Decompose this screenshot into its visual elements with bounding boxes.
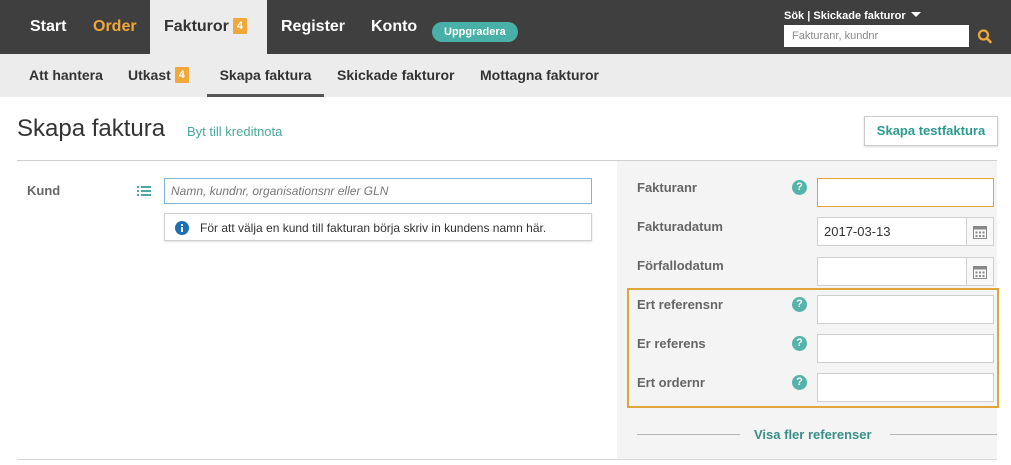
invoice-number-field[interactable] xyxy=(817,178,994,207)
top-navbar: Start Order Fakturor 4 Register Konto Upp… xyxy=(0,0,1011,54)
sub-navbar: Att hantera Utkast 4 Skapa faktura Skicka… xyxy=(0,54,1011,97)
customer-hint-tooltip: För att välja en kund till fakturan börj… xyxy=(164,213,592,241)
due-date-calendar-button[interactable] xyxy=(966,257,994,286)
divider xyxy=(17,459,997,460)
help-icon[interactable]: ? xyxy=(792,375,807,390)
nav-order[interactable]: Order xyxy=(93,0,137,54)
subnav-skickade-fakturor[interactable]: Skickade fakturor xyxy=(337,54,455,97)
subnav-utkast[interactable]: Utkast 4 xyxy=(128,54,189,97)
nav-start[interactable]: Start xyxy=(30,0,66,54)
help-icon[interactable]: ? xyxy=(792,336,807,351)
search-scope-label: Sök | Skickade fakturor xyxy=(784,10,906,22)
customer-list-icon[interactable] xyxy=(137,184,151,198)
customer-label: Kund xyxy=(27,183,61,198)
nav-fakturor-label: Fakturor xyxy=(164,18,229,35)
your-reference-field[interactable] xyxy=(817,334,994,363)
subnav-att-hantera[interactable]: Att hantera xyxy=(29,54,103,97)
your-order-number-label: Ert ordernr xyxy=(637,375,705,390)
show-more-references-link[interactable]: Visa fler referenser xyxy=(754,427,872,442)
chevron-down-icon xyxy=(910,12,921,17)
search-button[interactable] xyxy=(972,25,998,47)
your-reference-number-field[interactable] xyxy=(817,295,994,324)
calendar-icon xyxy=(973,266,987,279)
nav-register[interactable]: Register xyxy=(281,0,345,54)
calendar-icon xyxy=(973,226,987,239)
nav-fakturor[interactable]: Fakturor 4 xyxy=(150,0,267,54)
switch-to-credit-note-link[interactable]: Byt till kreditnota xyxy=(187,124,282,139)
search-scope-dropdown[interactable]: Sök | Skickade fakturor xyxy=(784,10,921,22)
customer-hint-text: För att välja en kund till fakturan börj… xyxy=(200,221,547,235)
fakturor-count-badge: 4 xyxy=(232,18,248,34)
your-reference-label: Er referens xyxy=(637,336,706,351)
invoice-date-calendar-button[interactable] xyxy=(966,217,994,246)
search-input[interactable] xyxy=(784,25,969,47)
upgrade-button[interactable]: Uppgradera xyxy=(432,22,518,42)
utkast-count-badge: 4 xyxy=(174,67,189,83)
divider xyxy=(637,434,740,435)
subnav-mottagna-fakturor[interactable]: Mottagna fakturor xyxy=(480,54,599,97)
info-icon xyxy=(175,221,189,235)
due-date-field[interactable] xyxy=(817,257,967,286)
subnav-utkast-label: Utkast xyxy=(128,67,171,83)
invoice-date-label: Fakturadatum xyxy=(637,219,723,234)
help-icon[interactable]: ? xyxy=(792,180,807,195)
invoice-number-label: Fakturanr xyxy=(637,180,697,195)
subnav-skapa-faktura[interactable]: Skapa faktura xyxy=(207,54,324,97)
your-order-number-field[interactable] xyxy=(817,373,994,402)
create-test-invoice-button[interactable]: Skapa testfaktura xyxy=(864,116,998,146)
divider xyxy=(890,434,997,435)
page-title: Skapa faktura xyxy=(17,115,166,142)
customer-search-input[interactable] xyxy=(164,178,592,204)
nav-konto[interactable]: Konto xyxy=(371,0,417,54)
due-date-label: Förfallodatum xyxy=(637,258,724,273)
invoice-date-field[interactable] xyxy=(817,217,967,246)
list-icon xyxy=(137,186,151,196)
help-icon[interactable]: ? xyxy=(792,297,807,312)
your-reference-number-label: Ert referensnr xyxy=(637,297,723,312)
search-icon xyxy=(977,29,992,44)
